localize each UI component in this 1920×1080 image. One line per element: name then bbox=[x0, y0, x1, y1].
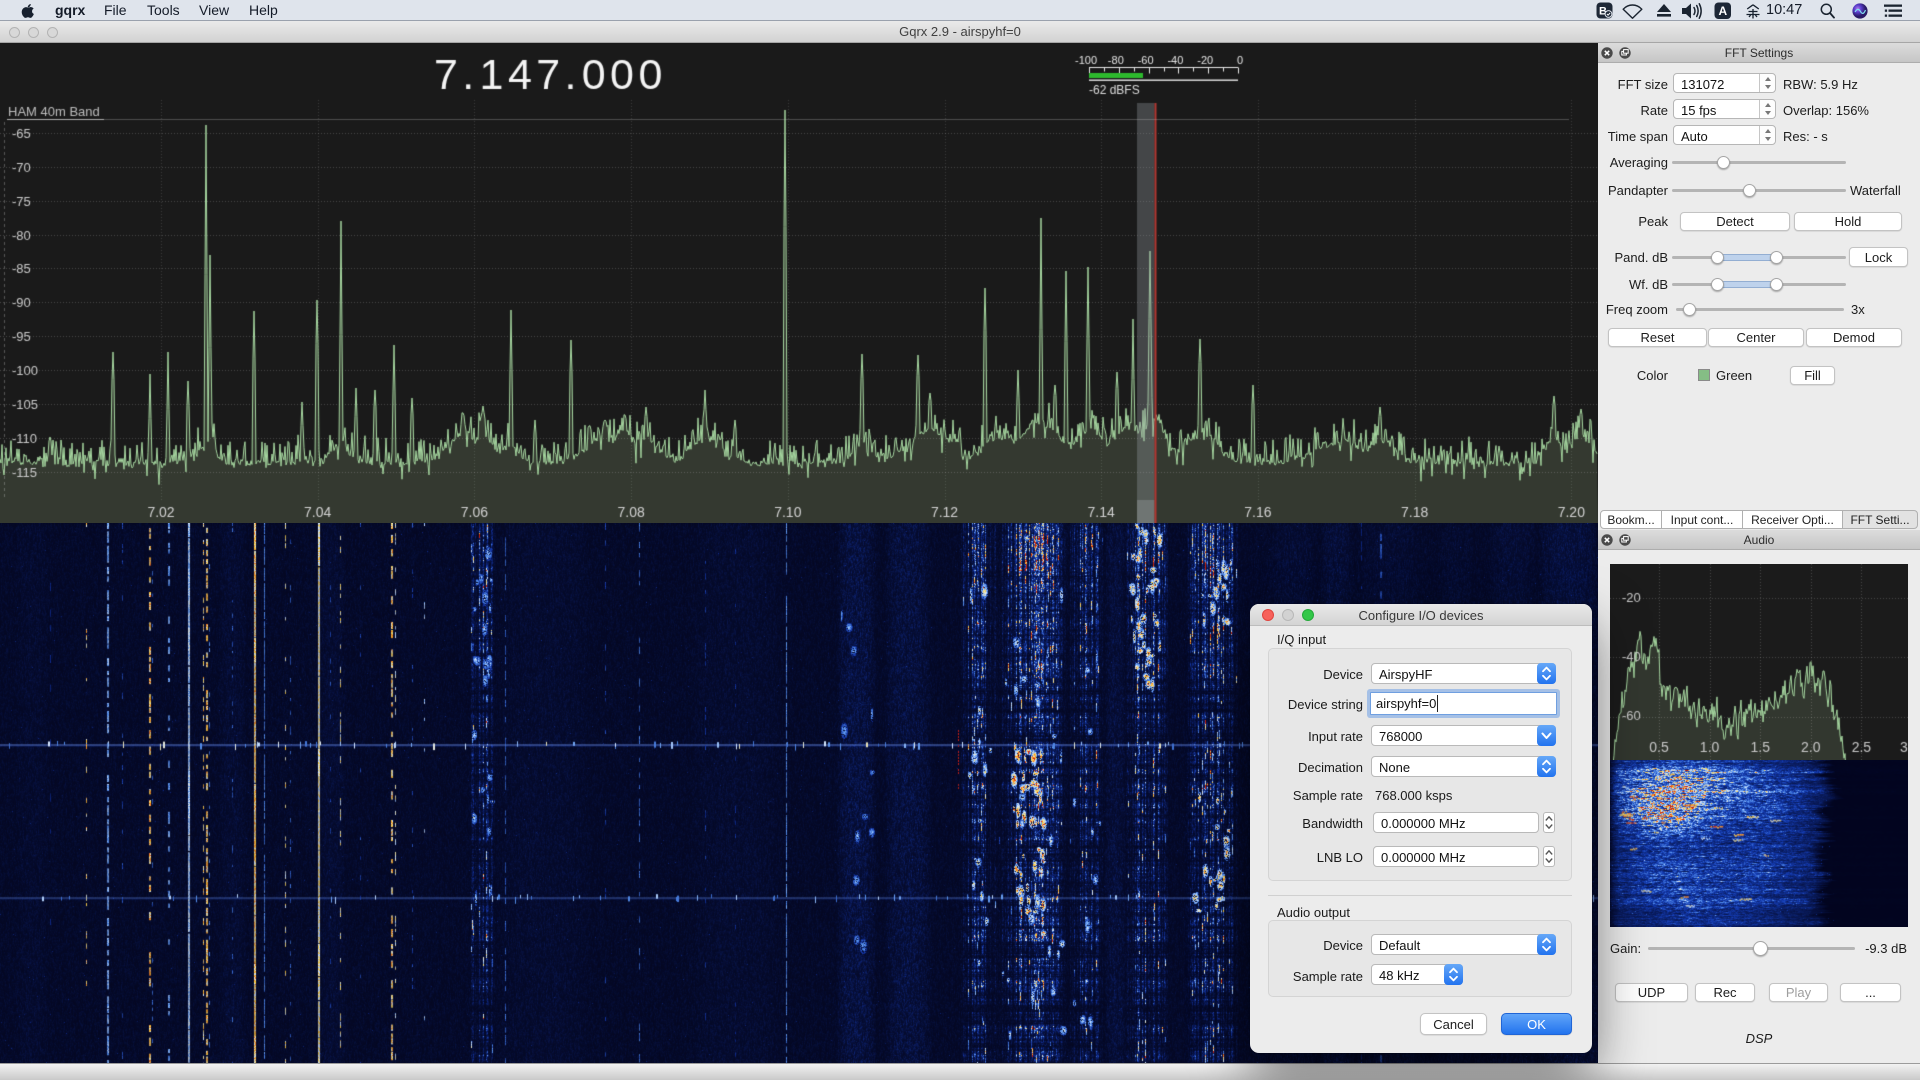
svg-text:A: A bbox=[1718, 4, 1727, 18]
